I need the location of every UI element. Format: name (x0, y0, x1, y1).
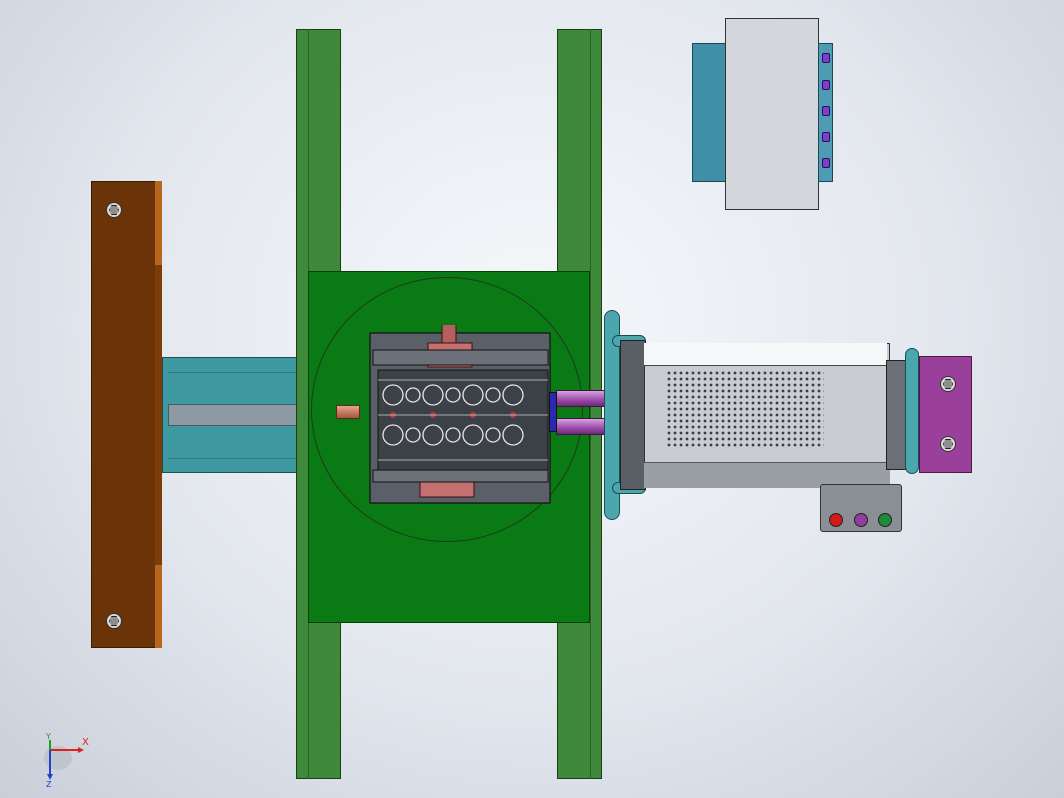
purple-button[interactable] (854, 513, 868, 527)
arm-edge-line (168, 372, 298, 373)
x-axis-label: X (82, 737, 89, 748)
gear-housing (620, 340, 646, 490)
indicator-knob (822, 53, 830, 63)
left-bracket (91, 181, 162, 648)
green-button[interactable] (878, 513, 892, 527)
motor-end-cap (886, 360, 906, 470)
y-axis-label: Y (45, 732, 51, 741)
arm-edge-line (168, 458, 298, 459)
left-stub-shaft (336, 405, 360, 419)
motor-top-face (644, 343, 887, 366)
left-bracket-edge-shadow (155, 265, 162, 565)
indicator-knob (822, 158, 830, 168)
motor-vent-grille (666, 370, 824, 448)
red-button[interactable] (829, 513, 843, 527)
z-axis-label: Z (46, 780, 52, 787)
hex-bolt-icon (106, 613, 122, 629)
axis-triad-icon: X Y Z (44, 732, 89, 787)
engine-block (369, 325, 551, 504)
hex-bolt-icon (940, 436, 956, 452)
purple-mount-plate (919, 356, 972, 473)
arm-slot (168, 404, 298, 426)
indicator-knob (822, 106, 830, 116)
shaft-coupler (549, 392, 557, 432)
indicator-knob (822, 80, 830, 90)
right-handwheel (905, 348, 919, 474)
top-right-box (725, 18, 819, 210)
hex-bolt-icon (940, 376, 956, 392)
indicator-knob (822, 132, 830, 142)
hex-bolt-icon (106, 202, 122, 218)
